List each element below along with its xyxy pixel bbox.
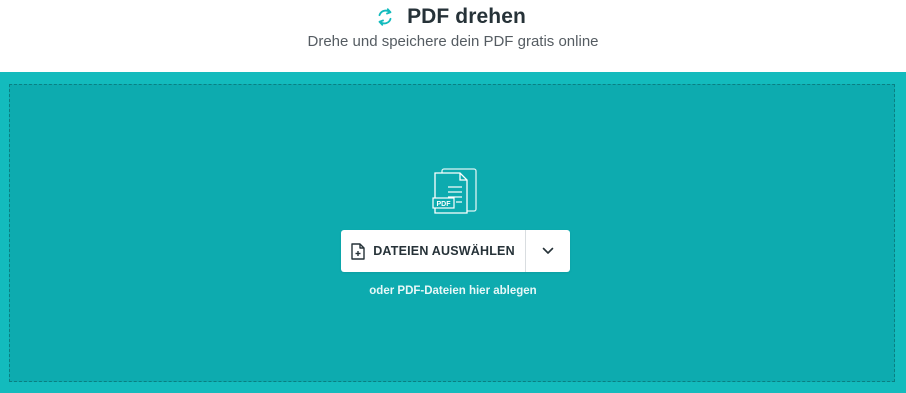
rotate-icon (378, 8, 392, 26)
title-row: PDF drehen (0, 2, 906, 32)
choose-files-label: DATEIEN AUSWÄHLEN (373, 244, 515, 258)
add-file-icon (351, 242, 365, 260)
drop-hint-text: oder PDF-Dateien hier ablegen (369, 285, 537, 297)
page-header: PDF drehen Drehe und speichere dein PDF … (0, 0, 906, 72)
file-select-button-group: DATEIEN AUSWÄHLEN (341, 230, 570, 272)
pdf-files-icon: PDF (432, 168, 477, 214)
upload-area: PDF DATEIEN AUSWÄHLEN oder PDF-Dateien h… (0, 72, 906, 393)
page-title: PDF drehen (407, 5, 526, 28)
page-subtitle: Drehe und speichere dein PDF gratis onli… (307, 33, 599, 50)
pdf-icon-label: PDF (437, 201, 452, 208)
choose-files-button[interactable]: DATEIEN AUSWÄHLEN (341, 230, 526, 272)
file-drop-zone[interactable]: PDF DATEIEN AUSWÄHLEN oder PDF-Dateien h… (9, 84, 895, 382)
upload-source-dropdown-button[interactable] (526, 230, 570, 272)
chevron-down-icon (542, 247, 554, 254)
